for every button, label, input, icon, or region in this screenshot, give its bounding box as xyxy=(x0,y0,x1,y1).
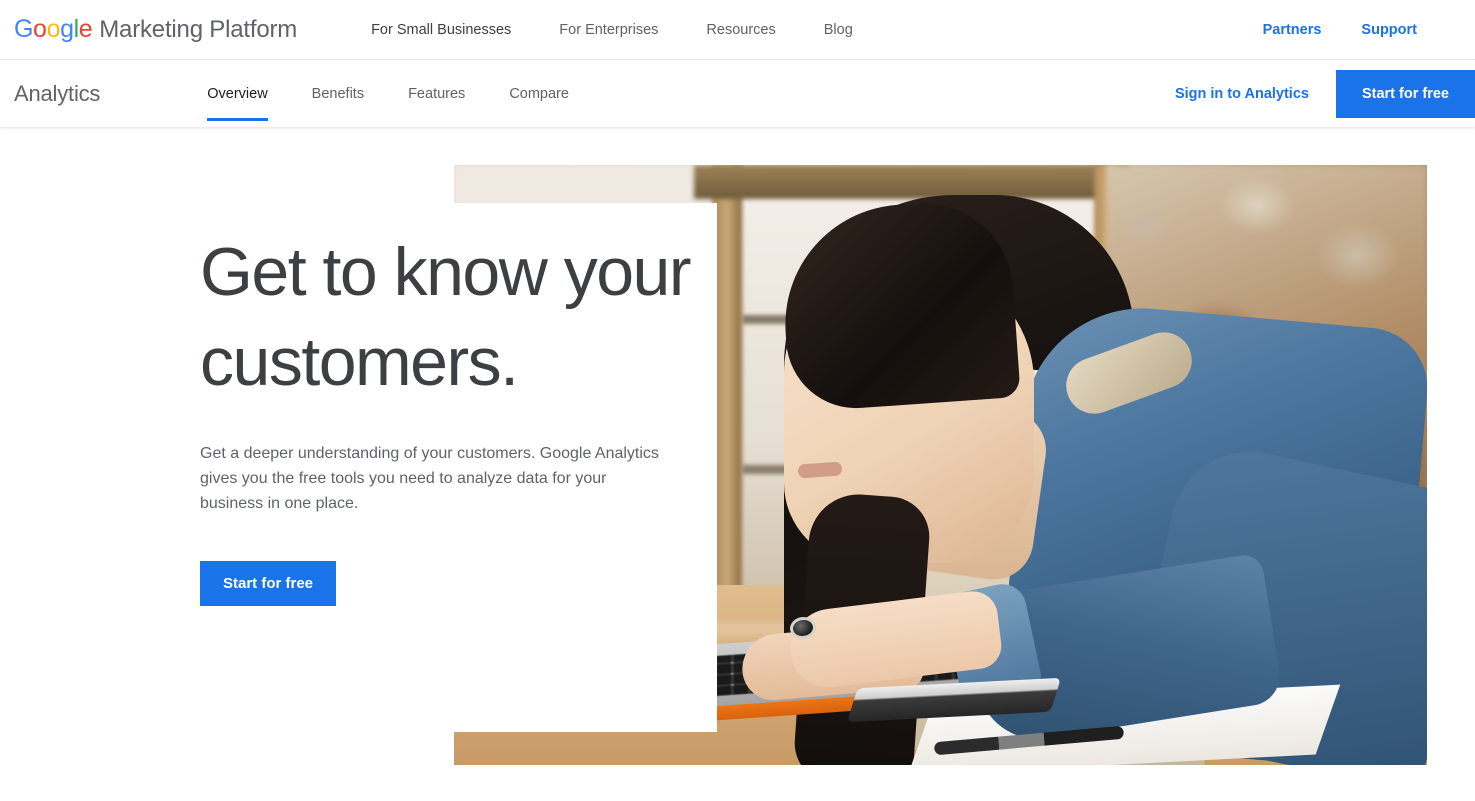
tab-features[interactable]: Features xyxy=(386,60,487,127)
top-nav-item-blog[interactable]: Blog xyxy=(800,22,877,38)
tab-overview[interactable]: Overview xyxy=(185,60,289,127)
product-bar-actions: Sign in to Analytics Start for free xyxy=(1175,60,1475,127)
top-nav-item-for-enterprises[interactable]: For Enterprises xyxy=(535,22,682,38)
google-wordmark: Google xyxy=(14,15,93,44)
google-marketing-platform-logo[interactable]: Google Marketing Platform xyxy=(14,15,297,44)
hero-start-for-free-button[interactable]: Start for free xyxy=(200,561,337,606)
logo-letter-o2: o xyxy=(46,15,61,43)
product-title[interactable]: Analytics xyxy=(14,81,100,107)
global-top-bar: Google Marketing Platform For Small Busi… xyxy=(0,0,1475,60)
photo-wood-beam-top xyxy=(694,165,1124,199)
support-link[interactable]: Support xyxy=(1341,22,1437,38)
analytics-product-bar: Analytics Overview Benefits Features Com… xyxy=(0,60,1475,127)
tab-benefits[interactable]: Benefits xyxy=(290,60,386,127)
top-nav-item-for-small-businesses[interactable]: For Small Businesses xyxy=(347,22,535,38)
top-bar-right-links: Partners Support xyxy=(1243,22,1437,38)
tab-compare[interactable]: Compare xyxy=(487,60,591,127)
brand-suffix-text: Marketing Platform xyxy=(99,16,298,43)
hero-heading: Get to know your customers. xyxy=(200,234,692,400)
header-start-for-free-button[interactable]: Start for free xyxy=(1335,69,1475,118)
hero-subtext: Get a deeper understanding of your custo… xyxy=(200,445,659,512)
logo-letter-g2: g xyxy=(60,15,74,43)
logo-letter-o1: o xyxy=(33,15,47,43)
hero-text-block: Get to know your customers. Get a deeper… xyxy=(200,227,700,606)
product-tabs: Overview Benefits Features Compare xyxy=(185,60,591,127)
sign-in-to-analytics-link[interactable]: Sign in to Analytics xyxy=(1175,86,1309,102)
hero-section: Get to know your customers. Get a deeper… xyxy=(0,127,1475,801)
logo-letter-e: e xyxy=(78,15,93,43)
top-nav-item-resources[interactable]: Resources xyxy=(682,22,799,38)
partners-link[interactable]: Partners xyxy=(1243,22,1342,38)
logo-letter-g1: G xyxy=(14,15,34,43)
top-bar-nav: For Small Businesses For Enterprises Res… xyxy=(347,22,877,38)
